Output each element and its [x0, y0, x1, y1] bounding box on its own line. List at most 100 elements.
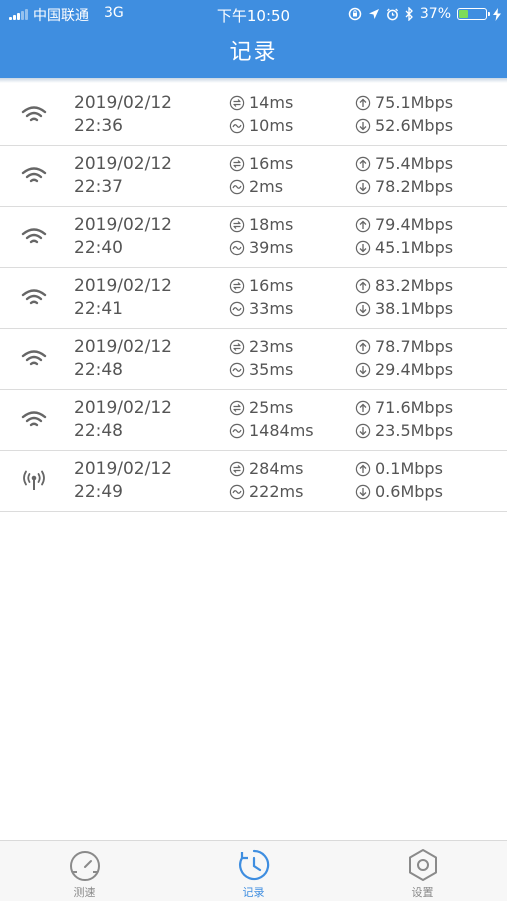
jitter-value: 33ms	[249, 299, 294, 318]
wifi-icon	[21, 350, 47, 366]
record-row[interactable]: 2019/02/12 22:36 14ms 10ms 75.1Mbps 52.6…	[0, 85, 507, 146]
page-title: 记录	[229, 40, 278, 65]
battery-level	[459, 10, 468, 18]
tab-label: 记录	[242, 886, 265, 899]
download-value: 52.6Mbps	[375, 116, 454, 135]
download-arrow-icon	[355, 423, 371, 438]
upload-value: 83.2Mbps	[375, 276, 454, 295]
record-row[interactable]: 2019/02/12 22:37 16ms 2ms 75.4Mbps 78.2M…	[0, 146, 507, 207]
download-value: 38.1Mbps	[375, 299, 454, 318]
ping-value: 16ms	[249, 276, 294, 295]
location-icon	[368, 9, 379, 19]
jitter-icon	[229, 484, 245, 499]
wifi-icon	[21, 167, 47, 183]
cellular-icon	[23, 470, 45, 490]
ping-stat: 16ms	[229, 276, 293, 295]
ping-icon	[229, 461, 245, 476]
upload-value: 0.1Mbps	[375, 459, 443, 478]
download-stat: 0.6Mbps	[355, 482, 443, 501]
record-date: 2019/02/12	[74, 93, 172, 113]
download-value: 23.5Mbps	[375, 421, 454, 440]
record-time: 22:48	[74, 360, 123, 380]
jitter-value: 2ms	[249, 177, 284, 196]
bluetooth-icon	[405, 7, 413, 21]
wifi-icon	[21, 106, 47, 122]
status-bar: 中国联通 3G 下午10:50 37%	[0, 0, 507, 28]
jitter-icon	[229, 179, 245, 194]
record-date: 2019/02/12	[74, 398, 172, 418]
upload-value: 71.6Mbps	[375, 398, 454, 417]
upload-arrow-icon	[355, 339, 371, 354]
tab-bar: 测速 记录 设置	[0, 840, 507, 901]
ping-value: 18ms	[249, 215, 294, 234]
jitter-value: 10ms	[249, 116, 294, 135]
ping-value: 14ms	[249, 93, 294, 112]
upload-stat: 71.6Mbps	[355, 398, 453, 417]
ping-value: 16ms	[249, 154, 294, 173]
record-time: 22:49	[74, 482, 123, 502]
download-value: 45.1Mbps	[375, 238, 454, 257]
jitter-value: 39ms	[249, 238, 294, 257]
record-row[interactable]: 2019/02/12 22:40 18ms 39ms 79.4Mbps 45.1…	[0, 207, 507, 268]
download-stat: 38.1Mbps	[355, 299, 453, 318]
ping-stat: 16ms	[229, 154, 293, 173]
battery-icon	[457, 8, 490, 20]
ping-icon	[229, 156, 245, 171]
record-date: 2019/02/12	[74, 215, 172, 235]
alarm-icon	[386, 7, 398, 20]
jitter-icon	[229, 240, 245, 255]
ping-icon	[229, 95, 245, 110]
record-time: 22:41	[74, 299, 123, 319]
charging-bolt-icon	[493, 7, 501, 21]
download-arrow-icon	[355, 118, 371, 133]
download-arrow-icon	[355, 240, 371, 255]
speedometer-icon	[70, 851, 100, 881]
ping-icon	[229, 217, 245, 232]
tab-speed-test[interactable]: 测速	[0, 841, 169, 901]
upload-arrow-icon	[355, 95, 371, 110]
jitter-stat: 35ms	[229, 360, 293, 379]
ping-value: 23ms	[249, 337, 294, 356]
record-date: 2019/02/12	[74, 459, 172, 479]
upload-arrow-icon	[355, 217, 371, 232]
jitter-icon	[229, 118, 245, 133]
wifi-icon	[21, 289, 47, 305]
hexagon-settings-icon	[409, 849, 437, 881]
jitter-icon	[229, 362, 245, 377]
record-row[interactable]: 2019/02/12 22:48 23ms 35ms 78.7Mbps 29.4…	[0, 329, 507, 390]
record-time: 22:40	[74, 238, 123, 258]
records-list: 2019/02/12 22:36 14ms 10ms 75.1Mbps 52.6…	[0, 85, 507, 512]
tab-records[interactable]: 记录	[169, 841, 338, 901]
upload-value: 78.7Mbps	[375, 337, 454, 356]
upload-stat: 0.1Mbps	[355, 459, 443, 478]
upload-stat: 75.4Mbps	[355, 154, 453, 173]
tab-settings[interactable]: 设置	[338, 841, 507, 901]
download-value: 0.6Mbps	[375, 482, 443, 501]
record-row[interactable]: 2019/02/12 22:49 284ms 222ms 0.1Mbps 0.6…	[0, 451, 507, 512]
jitter-stat: 33ms	[229, 299, 293, 318]
clock-history-icon	[239, 849, 270, 881]
record-row[interactable]: 2019/02/12 22:41 16ms 33ms 83.2Mbps 38.1…	[0, 268, 507, 329]
tab-label: 测速	[73, 886, 96, 899]
download-stat: 45.1Mbps	[355, 238, 453, 257]
download-arrow-icon	[355, 179, 371, 194]
jitter-value: 1484ms	[249, 421, 314, 440]
download-stat: 29.4Mbps	[355, 360, 453, 379]
record-time: 22:36	[74, 116, 123, 136]
record-time: 22:37	[74, 177, 123, 197]
record-date: 2019/02/12	[74, 276, 172, 296]
ping-stat: 18ms	[229, 215, 293, 234]
record-row[interactable]: 2019/02/12 22:48 25ms 1484ms 71.6Mbps 23…	[0, 390, 507, 451]
download-arrow-icon	[355, 301, 371, 316]
jitter-icon	[229, 301, 245, 316]
orientation-lock-icon	[348, 7, 362, 21]
download-arrow-icon	[355, 362, 371, 377]
record-date: 2019/02/12	[74, 337, 172, 357]
jitter-value: 35ms	[249, 360, 294, 379]
ping-icon	[229, 278, 245, 293]
status-indicators: 37%	[348, 4, 501, 24]
wifi-icon	[21, 411, 47, 427]
upload-value: 75.1Mbps	[375, 93, 454, 112]
tab-label: 设置	[411, 886, 434, 899]
jitter-stat: 39ms	[229, 238, 293, 257]
